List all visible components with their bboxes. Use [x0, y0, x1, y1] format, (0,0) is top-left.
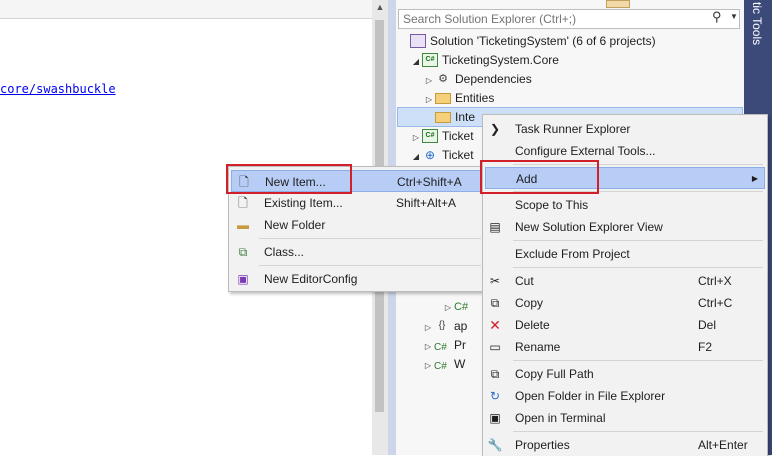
annotation-highlight-box [480, 160, 599, 194]
menu-item-open-folder-in-file-explorer[interactable]: ↻ Open Folder in File Explorer [483, 385, 767, 407]
folder-icon [435, 93, 451, 105]
existing-item-icon: 🗋 [238, 196, 248, 210]
menu-separator [513, 267, 763, 268]
toolbar-button[interactable] [606, 0, 630, 8]
editor-tab-strip [0, 0, 390, 19]
search-options-dropdown-icon[interactable]: ▼ [730, 12, 738, 21]
editorconfig-icon: ▣ [237, 272, 249, 286]
tree-item-ticket-web-project[interactable]: ◢ ⊕ Ticket [410, 145, 474, 165]
menu-item-delete[interactable]: ✕ Delete Del [483, 314, 767, 336]
submenu-arrow-icon: ▶ [751, 174, 758, 183]
json-file-icon: {} [438, 319, 446, 331]
refresh-arrow-icon: ↻ [489, 389, 501, 403]
solution-explorer-search[interactable] [398, 9, 740, 29]
expanded-arrow-icon[interactable]: ◢ [410, 52, 422, 72]
menu-separator [259, 238, 481, 239]
tree-item-ticket-project[interactable]: ▷ C# Ticket [410, 126, 474, 146]
csharp-project-icon: C# [422, 52, 438, 67]
editor-link[interactable]: core/swashbuckle [0, 82, 116, 96]
terminal-icon: ▣ [489, 411, 501, 425]
class-icon: ⧉ [238, 245, 248, 259]
search-input[interactable] [399, 10, 707, 28]
expanded-arrow-icon[interactable]: ◢ [410, 147, 422, 167]
tree-item-interfaces[interactable]: Inte [435, 107, 475, 127]
collapsed-arrow-icon[interactable]: ▷ [442, 298, 454, 318]
rename-icon: ▭ [489, 340, 501, 354]
menu-separator [513, 360, 763, 361]
solution-explorer-view-icon: ▤ [489, 220, 501, 234]
menu-item-task-runner-explorer[interactable]: ❯ Task Runner Explorer [483, 118, 767, 140]
menu-item-class[interactable]: ⧉ Class... [229, 241, 485, 263]
folder-icon [435, 112, 451, 124]
collapsed-arrow-icon[interactable]: ▷ [422, 356, 434, 376]
solution-icon [410, 33, 426, 48]
tree-item-entities[interactable]: ▷ Entities [423, 88, 494, 108]
menu-item-new-folder[interactable]: ▬ New Folder [229, 214, 485, 236]
dependencies-icon: ⚙ [438, 72, 448, 85]
web-project-icon: ⊕ [424, 147, 436, 162]
delete-x-icon: ✕ [489, 317, 501, 333]
menu-separator [259, 265, 481, 266]
csharp-file-icon: C# [434, 360, 447, 372]
copy-icon: ⧉ [490, 296, 500, 310]
menu-separator [513, 431, 763, 432]
menu-item-open-in-terminal[interactable]: ▣ Open in Terminal [483, 407, 767, 429]
scroll-up-icon[interactable]: ▲ [372, 2, 388, 16]
menu-item-new-editorconfig[interactable]: ▣ New EditorConfig [229, 268, 485, 290]
side-tool-window-label[interactable]: tic Tools [750, 2, 764, 45]
tree-item-solution[interactable]: Solution 'TicketingSystem' (6 of 6 proje… [410, 31, 656, 51]
menu-item-new-solution-explorer-view[interactable]: ▤ New Solution Explorer View [483, 216, 767, 238]
tree-item-dependencies[interactable]: ▷ ⚙ Dependencies [423, 69, 532, 89]
search-icon[interactable]: ⚲ [712, 9, 722, 25]
new-folder-icon: ▬ [237, 218, 249, 232]
menu-item-exclude-from-project[interactable]: Exclude From Project [483, 243, 767, 265]
menu-item-cut[interactable]: ✂ Cut Ctrl+X [483, 270, 767, 292]
wrench-icon: 🔧 [487, 438, 503, 452]
copy-path-icon: ⧉ [490, 367, 500, 381]
tree-item-appsettings[interactable]: ▷{} ap [422, 316, 467, 336]
csharp-project-icon: C# [422, 128, 438, 143]
menu-item-rename[interactable]: ▭ Rename F2 [483, 336, 767, 358]
menu-item-configure-external-tools[interactable]: Configure External Tools... [483, 140, 767, 162]
menu-item-properties[interactable]: 🔧 Properties Alt+Enter [483, 434, 767, 456]
annotation-highlight-box [226, 164, 352, 194]
menu-item-copy[interactable]: ⧉ Copy Ctrl+C [483, 292, 767, 314]
tree-item-weather[interactable]: ▷ C# W [422, 354, 465, 374]
csharp-file-icon: C# [434, 341, 447, 353]
tree-item-cs-file[interactable]: ▷ C# [442, 296, 468, 316]
menu-item-existing-item[interactable]: 🗋 Existing Item... Shift+Alt+A [229, 192, 485, 214]
tree-item-program[interactable]: ▷ C# Pr [422, 335, 466, 355]
csharp-file-icon: C# [454, 301, 469, 313]
menu-item-copy-full-path[interactable]: ⧉ Copy Full Path [483, 363, 767, 385]
chevron-right-icon: ❯ [489, 122, 501, 136]
tree-item-core-project[interactable]: ◢ C# TicketingSystem.Core [410, 50, 559, 70]
menu-separator [513, 240, 763, 241]
scissors-icon: ✂ [489, 274, 501, 288]
menu-item-scope-to-this[interactable]: Scope to This [483, 194, 767, 216]
collapsed-arrow-icon[interactable]: ▷ [423, 90, 435, 110]
